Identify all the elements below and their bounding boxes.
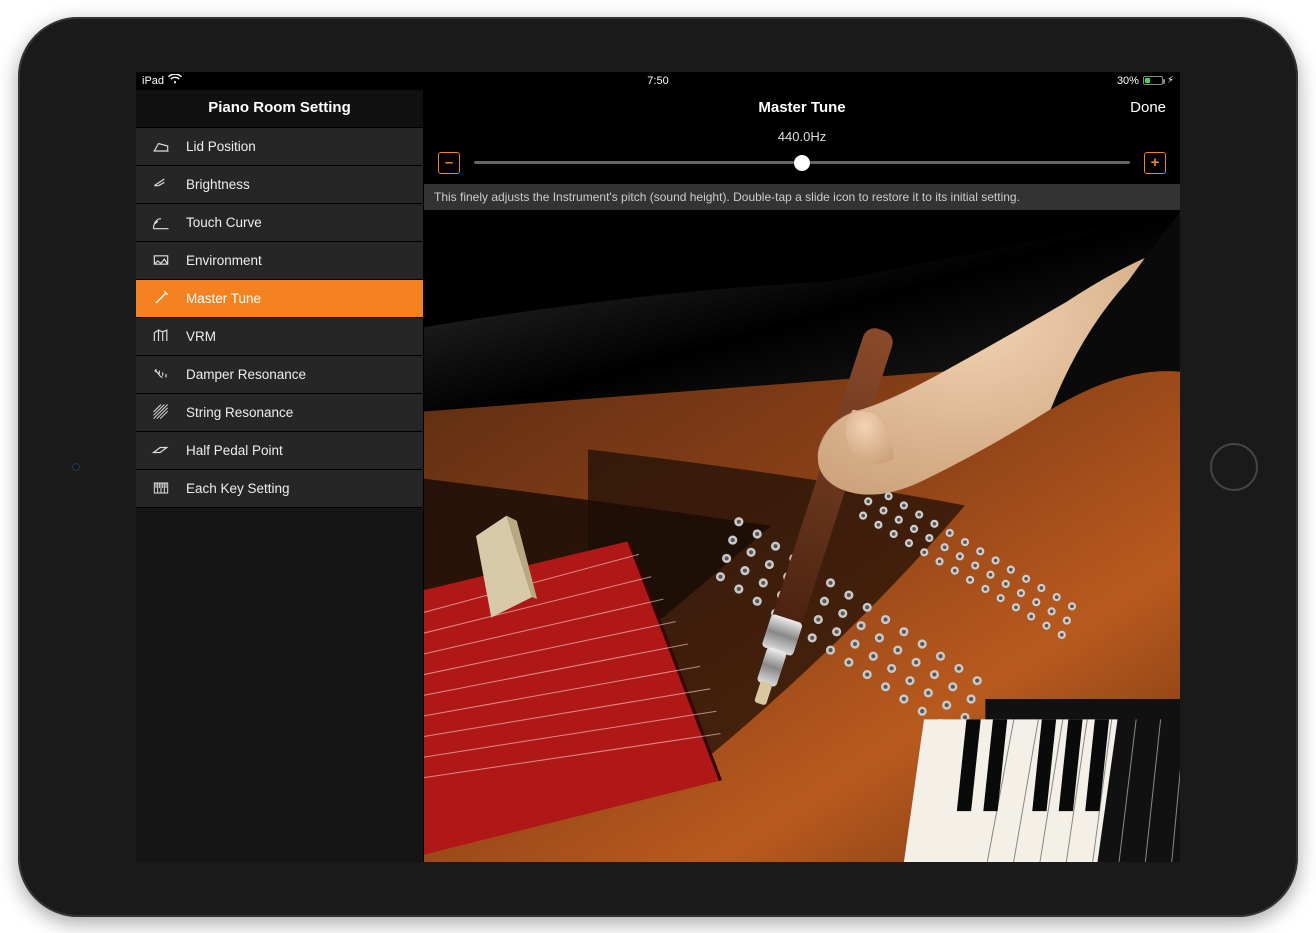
sidebar-item-master-tune[interactable]: Master Tune [136,280,423,318]
sidebar-item-label: Damper Resonance [186,367,306,382]
setting-description: This finely adjusts the Instrument's pit… [424,184,1180,210]
lid-icon [150,136,172,156]
ipad-frame: iPad 7:50 30% ⚡︎ Piano Room Setting Lid … [18,17,1298,917]
environment-icon [150,250,172,270]
sidebar-item-touch-curve[interactable]: Touch Curve [136,204,423,242]
clock: 7:50 [647,75,668,87]
decrement-button[interactable]: – [438,152,460,174]
sidebar-item-label: VRM [186,329,216,344]
sidebar-item-label: Touch Curve [186,215,262,230]
status-bar: iPad 7:50 30% ⚡︎ [136,72,1180,90]
sidebar-item-lid-position[interactable]: Lid Position [136,128,423,166]
sidebar-item-label: Brightness [186,177,250,192]
brightness-icon [150,174,172,194]
sidebar-item-environment[interactable]: Environment [136,242,423,280]
tune-slider[interactable] [474,161,1130,164]
sidebar-item-brightness[interactable]: Brightness [136,166,423,204]
front-camera [72,463,80,471]
sidebar-item-damper-resonance[interactable]: Damper Resonance [136,356,423,394]
sidebar-item-each-key-setting[interactable]: Each Key Setting [136,470,423,508]
slider-area: 440.0Hz – + [424,127,1180,184]
battery-icon [1143,76,1163,85]
battery-text: 30% [1117,75,1139,87]
sidebar-item-label: Lid Position [186,139,256,154]
device-label: iPad [142,75,164,87]
slider-thumb[interactable] [794,155,810,171]
sidebar-list: Lid Position Brightness Touch Curve Environ… [136,128,423,508]
damper-icon [150,364,172,384]
sidebar-item-label: Environment [186,253,262,268]
pedal-icon [150,440,172,460]
sidebar-item-label: Half Pedal Point [186,443,283,458]
slider-value: 440.0Hz [438,129,1166,144]
sidebar-title: Piano Room Setting [136,90,423,128]
sidebar-item-label: Master Tune [186,291,261,306]
sidebar-item-half-pedal-point[interactable]: Half Pedal Point [136,432,423,470]
sidebar-item-label: String Resonance [186,405,293,420]
illustration [424,210,1180,862]
sidebar-item-vrm[interactable]: VRM [136,318,423,356]
increment-button[interactable]: + [1144,152,1166,174]
main-header: Master Tune Done [424,90,1180,127]
sidebar-item-string-resonance[interactable]: String Resonance [136,394,423,432]
home-button[interactable] [1210,443,1258,491]
string-icon [150,402,172,422]
page-title: Master Tune [758,99,845,116]
charging-icon: ⚡︎ [1167,75,1174,86]
screen: iPad 7:50 30% ⚡︎ Piano Room Setting Lid … [136,72,1180,862]
wifi-icon [168,74,182,87]
touch-icon [150,212,172,232]
eachkey-icon [150,478,172,498]
done-button[interactable]: Done [1130,99,1166,116]
main-panel: Master Tune Done 440.0Hz – + This finely… [424,90,1180,862]
vrm-icon [150,326,172,346]
sidebar: Piano Room Setting Lid Position Brightnes… [136,90,424,862]
tune-icon [150,288,172,308]
sidebar-item-label: Each Key Setting [186,481,290,496]
